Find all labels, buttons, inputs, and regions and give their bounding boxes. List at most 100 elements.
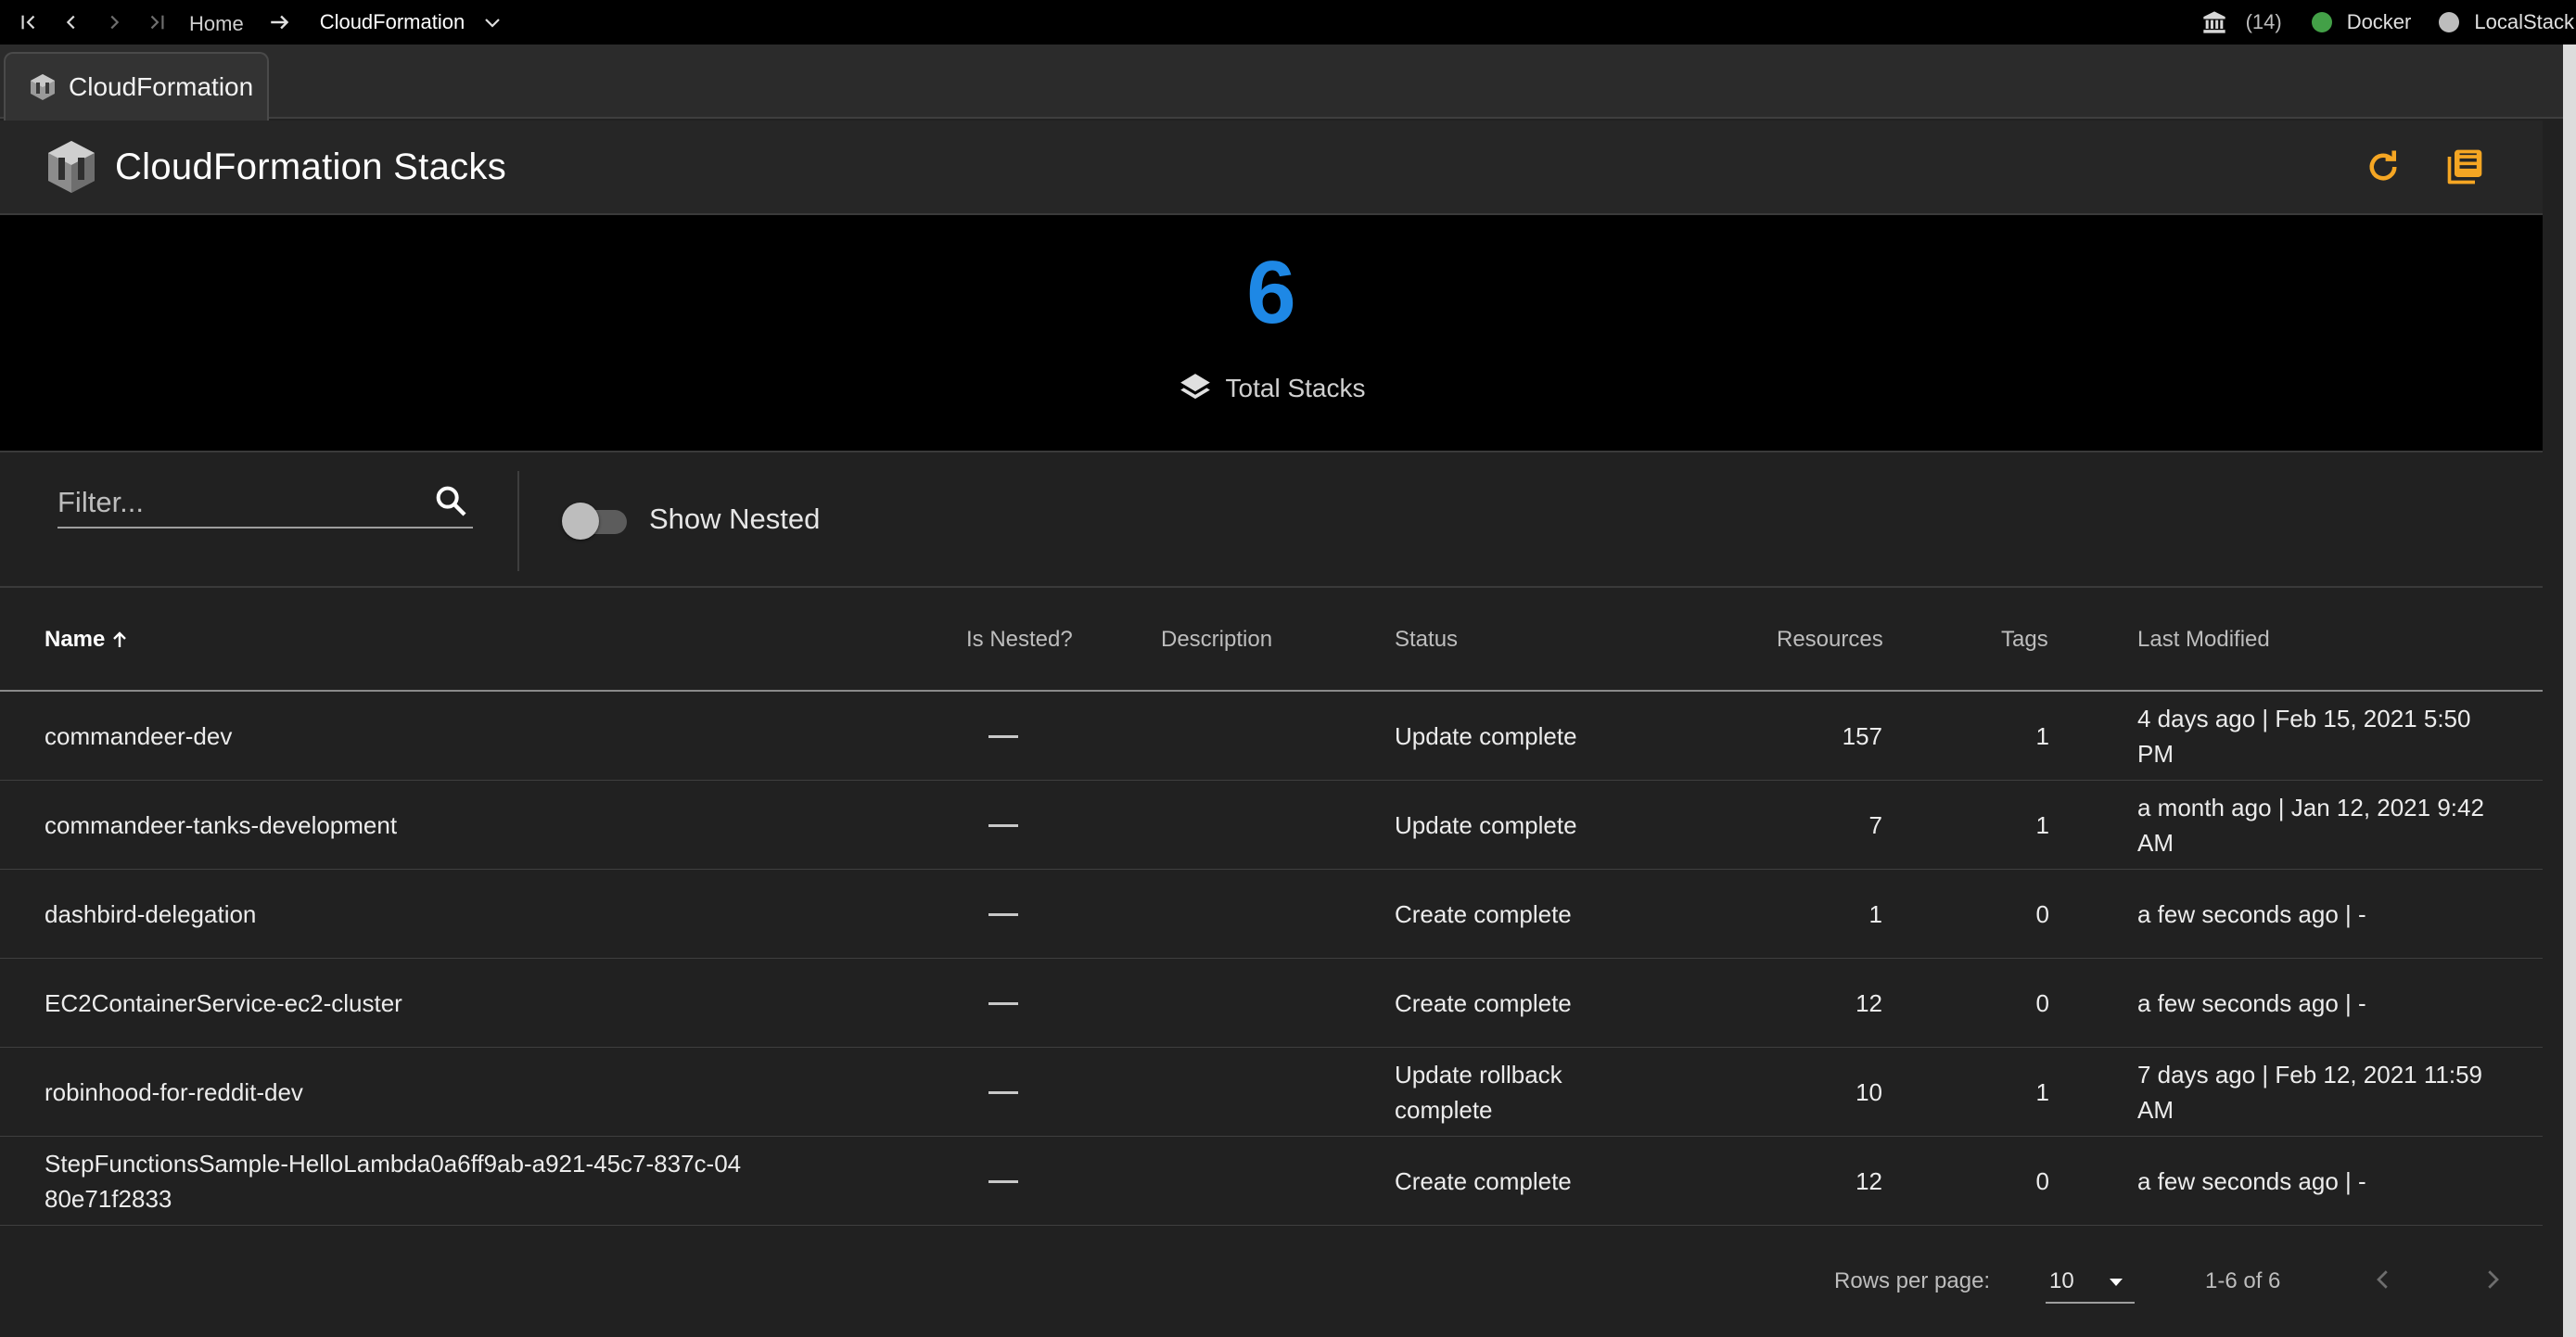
stack-name[interactable]: commandeer-dev — [45, 719, 805, 754]
stack-resources: 1 — [1868, 900, 1882, 928]
window-scrollbar[interactable] — [2563, 45, 2576, 1337]
is-nested-dash — [988, 735, 1018, 738]
stack-name[interactable]: commandeer-tanks-development — [45, 808, 805, 843]
header-actions — [2359, 143, 2489, 191]
is-nested-dash — [988, 1180, 1018, 1183]
stack-status: Update complete — [1395, 722, 1577, 750]
rows-per-page-select[interactable]: 10 — [2046, 1257, 2135, 1304]
stack-last-modified: 7 days ago | Feb 12, 2021 11:59 AM — [2137, 1061, 2482, 1124]
column-header-is-nested[interactable]: Is Nested? — [966, 627, 1073, 653]
filter-field — [57, 480, 473, 528]
show-nested-toggle[interactable] — [562, 503, 631, 540]
refresh-icon[interactable] — [2359, 143, 2407, 191]
table-pagination: Rows per page: 10 1-6 of 6 — [0, 1231, 2543, 1337]
bank-icon[interactable] — [2201, 9, 2227, 35]
table-row[interactable]: StepFunctionsSample-HelloLambda0a6ff9ab-… — [0, 1137, 2543, 1226]
stack-resources: 12 — [1855, 989, 1882, 1017]
stack-last-modified: 4 days ago | Feb 15, 2021 5:50 PM — [2137, 705, 2471, 768]
stack-tags: 0 — [2035, 989, 2049, 1017]
stack-status: Create complete — [1395, 1167, 1572, 1195]
last-page-icon[interactable] — [135, 0, 178, 45]
stack-status: Create complete — [1395, 989, 1572, 1017]
table-header: Name Is Nested? Description Status Resou… — [0, 588, 2543, 692]
previous-page-icon[interactable] — [2355, 1252, 2411, 1307]
stack-tags: 1 — [2035, 1078, 2049, 1106]
stack-resources: 12 — [1855, 1167, 1882, 1195]
forward-icon[interactable] — [93, 0, 135, 45]
pagination-range: 1-6 of 6 — [2205, 1268, 2281, 1293]
column-header-description[interactable]: Description — [1161, 627, 1272, 653]
column-header-status[interactable]: Status — [1395, 627, 1458, 653]
status-area: (14) Docker LocalStack — [2201, 0, 2576, 45]
stack-tags: 0 — [2035, 900, 2049, 928]
breadcrumb-current[interactable]: CloudFormation — [320, 10, 465, 34]
is-nested-dash — [988, 913, 1018, 916]
tab-bar: CloudFormation — [0, 45, 2563, 121]
filter-input[interactable] — [57, 480, 410, 525]
top-navigation-bar: Home CloudFormation (14) Docker LocalSta… — [0, 0, 2576, 45]
table-row[interactable]: EC2ContainerService-ec2-cluster Create c… — [0, 959, 2543, 1048]
cloudformation-logo-icon — [46, 139, 96, 195]
column-header-label: Name — [45, 627, 106, 652]
stack-name[interactable]: robinhood-for-reddit-dev — [45, 1075, 805, 1110]
table-row[interactable]: dashbird-delegation Create complete 1 0 … — [0, 870, 2543, 959]
stacks-table: Name Is Nested? Description Status Resou… — [0, 588, 2543, 1226]
arrow-right-icon — [268, 10, 292, 34]
stack-status: Update complete — [1395, 811, 1577, 839]
stack-last-modified: a few seconds ago | - — [2137, 900, 2366, 928]
stat-label-row: Total Stacks — [0, 371, 2543, 406]
table-row[interactable]: commandeer-tanks-development Update comp… — [0, 781, 2543, 870]
localstack-label[interactable]: LocalStack — [2474, 10, 2574, 34]
chevron-down-icon[interactable] — [481, 11, 504, 33]
show-nested-label[interactable]: Show Nested — [649, 503, 820, 536]
page-header: CloudFormation Stacks — [0, 121, 2543, 213]
toolbar-divider — [517, 471, 519, 571]
cloudformation-icon — [28, 72, 57, 102]
stack-name[interactable]: EC2ContainerService-ec2-cluster — [45, 986, 805, 1021]
filter-toolbar: Show Nested — [0, 452, 2543, 588]
stack-last-modified: a few seconds ago | - — [2137, 1167, 2366, 1195]
column-header-last-modified[interactable]: Last Modified — [2137, 627, 2270, 653]
next-page-icon[interactable] — [2465, 1252, 2520, 1307]
breadcrumb-home[interactable]: Home — [189, 12, 244, 36]
back-icon[interactable] — [50, 0, 93, 45]
column-header-tags[interactable]: Tags — [2001, 627, 2048, 653]
stack-resources: 10 — [1855, 1078, 1882, 1106]
rows-per-page-label: Rows per page: — [1834, 1268, 1991, 1293]
stack-resources: 157 — [1842, 722, 1882, 750]
logs-icon[interactable] — [2441, 143, 2489, 191]
table-row[interactable]: robinhood-for-reddit-dev Update rollback… — [0, 1048, 2543, 1137]
search-icon[interactable] — [432, 482, 469, 519]
stack-last-modified: a few seconds ago | - — [2137, 989, 2366, 1017]
stats-panel: 6 Total Stacks — [0, 213, 2543, 452]
localstack-status-dot — [2439, 12, 2460, 32]
docker-label[interactable]: Docker — [2347, 10, 2412, 34]
docker-status-dot — [2311, 12, 2332, 32]
stack-resources: 7 — [1868, 811, 1882, 839]
is-nested-dash — [988, 1002, 1018, 1005]
is-nested-dash — [988, 824, 1018, 827]
rows-per-page-value: 10 — [2049, 1268, 2074, 1293]
stack-name[interactable]: StepFunctionsSample-HelloLambda0a6ff9ab-… — [45, 1146, 749, 1216]
is-nested-dash — [988, 1091, 1018, 1094]
layers-icon — [1178, 371, 1213, 406]
stack-name[interactable]: dashbird-delegation — [45, 897, 805, 932]
stack-tags: 1 — [2035, 722, 2049, 750]
caret-down-icon — [2105, 1270, 2127, 1292]
tab-label: CloudFormation — [69, 72, 254, 101]
sort-arrow-up-icon[interactable] — [108, 629, 131, 651]
notification-count[interactable]: (14) — [2246, 10, 2282, 34]
stack-tags: 1 — [2035, 811, 2049, 839]
first-page-icon[interactable] — [7, 0, 50, 45]
stack-status: Create complete — [1395, 900, 1572, 928]
stack-status: Update rollback complete — [1395, 1061, 1562, 1124]
table-row[interactable]: commandeer-dev Update complete 157 1 4 d… — [0, 692, 2543, 781]
page-title: CloudFormation Stacks — [115, 146, 507, 187]
stack-tags: 0 — [2035, 1167, 2049, 1195]
tab-cloudformation[interactable]: CloudFormation — [4, 52, 269, 121]
total-stacks-count: 6 — [1246, 243, 1296, 342]
total-stacks-label: Total Stacks — [1225, 374, 1366, 402]
column-header-name[interactable]: Name — [45, 627, 131, 653]
column-header-resources[interactable]: Resources — [1777, 627, 1883, 653]
toggle-thumb — [562, 503, 599, 540]
